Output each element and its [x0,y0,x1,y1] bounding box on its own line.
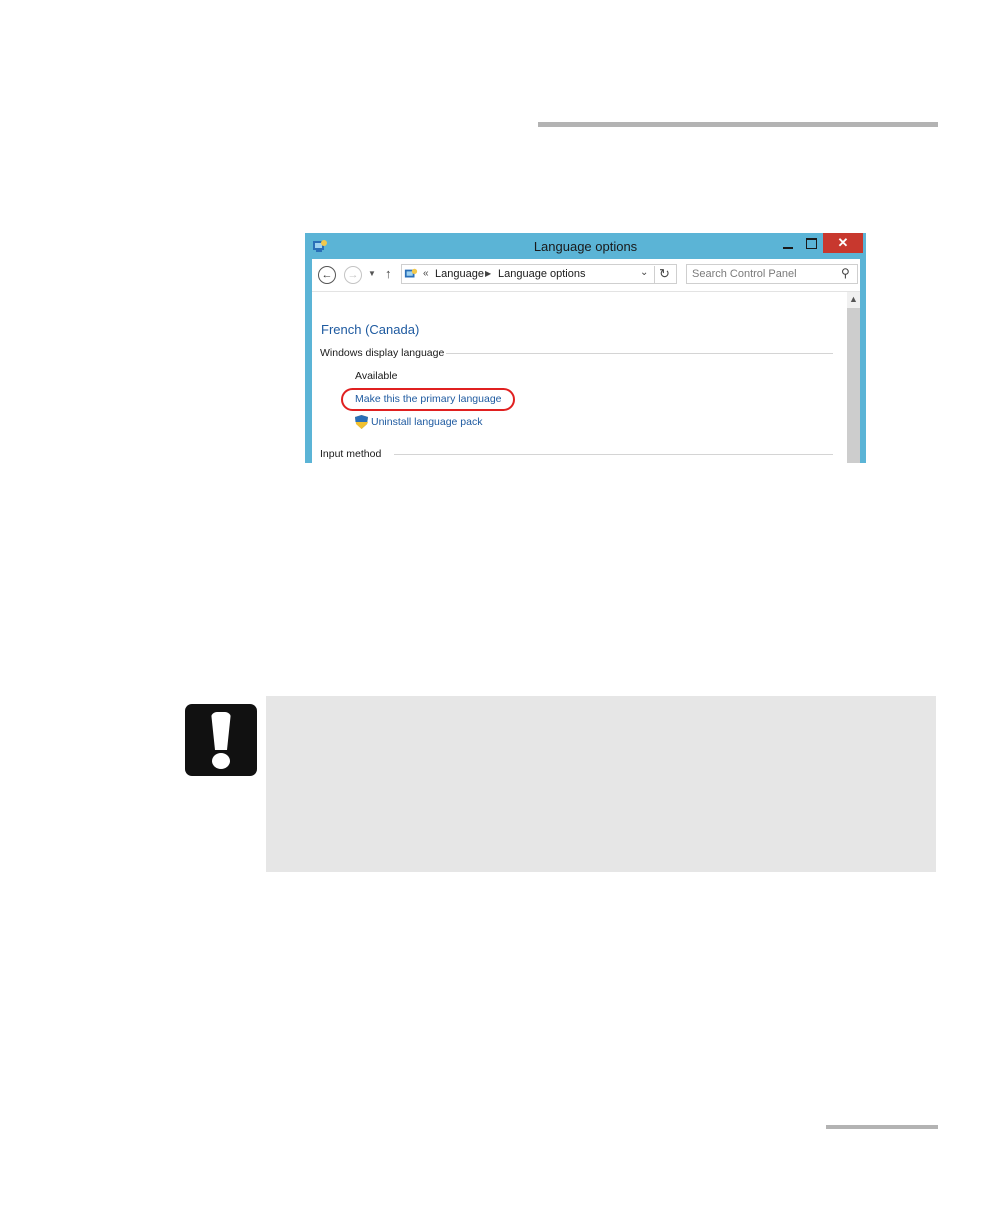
section-input-method: Input method [320,448,382,460]
window-client-area: ← → ▼ ↑ « Language ▶ Language options ⌄ … [312,259,860,463]
control-panel-icon [404,268,418,278]
section-divider [446,353,833,354]
uninstall-language-pack-link[interactable]: Uninstall language pack [371,416,483,428]
maximize-button[interactable] [801,235,823,253]
back-button[interactable]: ← [318,266,336,284]
scrollbar-thumb[interactable] [847,308,860,463]
minimize-button[interactable] [777,235,799,253]
close-button[interactable]: ✕ [823,233,863,253]
language-options-window: Language options ✕ ← → ▼ ↑ « Language ▶ … [305,233,866,463]
forward-button[interactable]: → [344,266,362,284]
refresh-button[interactable]: ↻ [654,266,670,284]
important-icon [185,704,257,776]
important-note-box [266,696,936,872]
section-display-language: Windows display language [320,347,445,359]
title-bar: Language options ✕ [305,233,866,259]
address-history-dropdown[interactable]: ⌄ [640,267,648,278]
footer-rule [826,1125,938,1129]
breadcrumb-separator-icon[interactable]: ▶ [485,269,491,278]
address-overflow-chevron[interactable]: « [423,268,429,279]
vertical-scrollbar[interactable]: ▲ [847,292,860,463]
breadcrumb-language-options[interactable]: Language options [498,268,585,280]
make-primary-language-link[interactable]: Make this the primary language [355,393,502,405]
shield-icon [355,415,368,429]
section-divider [394,454,833,455]
language-status: Available [355,370,398,382]
recent-locations-dropdown[interactable]: ▼ [368,269,376,278]
header-rule [538,122,938,127]
search-box[interactable]: ⚲ [686,264,858,284]
search-input[interactable] [687,265,842,283]
navigation-bar: ← → ▼ ↑ « Language ▶ Language options ⌄ … [312,259,860,292]
up-button[interactable]: ↑ [385,266,392,281]
address-bar[interactable]: « Language ▶ Language options ⌄ ↻ [401,264,677,284]
language-heading: French (Canada) [321,322,420,337]
search-icon[interactable]: ⚲ [841,266,850,280]
breadcrumb-language[interactable]: Language [435,268,484,280]
scroll-up-arrow-icon[interactable]: ▲ [847,292,860,306]
